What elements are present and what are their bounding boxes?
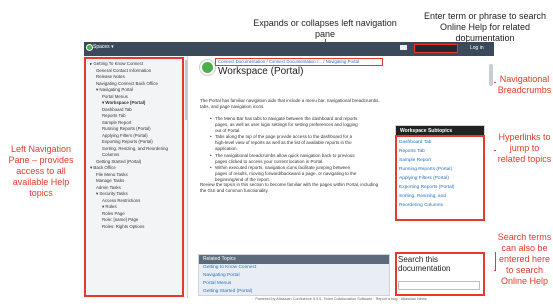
help-screenshot-annotated: Expands or collapses left navigation pan… [0,0,553,304]
intro-paragraph: The Portal has familiar navigation aids … [200,98,380,109]
confluence-logo-icon[interactable] [86,44,93,51]
annotation-hyperlinks: Hyperlinks to jump to related topics [497,132,552,164]
search-input[interactable] [414,44,458,53]
bullet-item: Within executed reports, navigation icon… [210,165,360,182]
bullet-item: The Menu Bar has tabs to navigate betwee… [210,116,360,133]
annotation-search-help: Enter term or phrase to search Online He… [423,11,547,43]
bullet-item: The navigational breadcrumbs allow quick… [210,153,360,165]
related-topics-heading: Related Topics [199,255,389,264]
related-topic-link[interactable]: Portal Menus [199,280,389,288]
page-icon [200,60,215,75]
breadcrumb[interactable]: Connect Documentation / Connect Document… [218,59,359,64]
subtopics-highlight [395,135,485,221]
search-widget-title: Search this documentation [398,255,451,273]
related-topic-link[interactable]: Navigating Portal [199,272,389,280]
nav-toggle-icon[interactable] [400,45,407,50]
annotation-nav-breadcrumbs: Navigational Breadcrumbs [497,74,552,95]
annotation-left-nav: Left Navigation Pane – provides access t… [8,144,74,198]
outro-paragraph: Review the topics in this section to bec… [200,182,379,193]
left-nav-highlight [84,57,184,297]
page-title: Workspace (Portal) [218,66,304,77]
leader-line-searchterms-v [495,252,496,271]
search-widget-input[interactable] [398,281,480,290]
login-link[interactable]: Log in [470,45,484,51]
bullet-item: Tabs along the top of the page provide a… [210,134,360,151]
content-scrollbar[interactable] [489,64,493,86]
related-topic-link[interactable]: Getting Started (Portal) [199,288,389,296]
annotation-collapse-nav: Expands or collapses left navigation pan… [253,18,397,39]
spaces-menu[interactable]: Spaces ▾ [93,44,114,50]
bullet-list: The Menu Bar has tabs to navigate betwee… [210,116,360,184]
related-topic-link[interactable]: Getting to Know Connect [199,264,389,272]
related-topics-links: Getting to Know Connect Navigating Portal… [199,264,389,296]
related-topics-panel: Related Topics Getting to Know Connect Na… [198,254,390,296]
footer: Powered by Atlassian Confluence 5.9.5, T… [255,297,427,301]
annotation-search-terms: Search terms can also be entered here to… [497,232,552,286]
